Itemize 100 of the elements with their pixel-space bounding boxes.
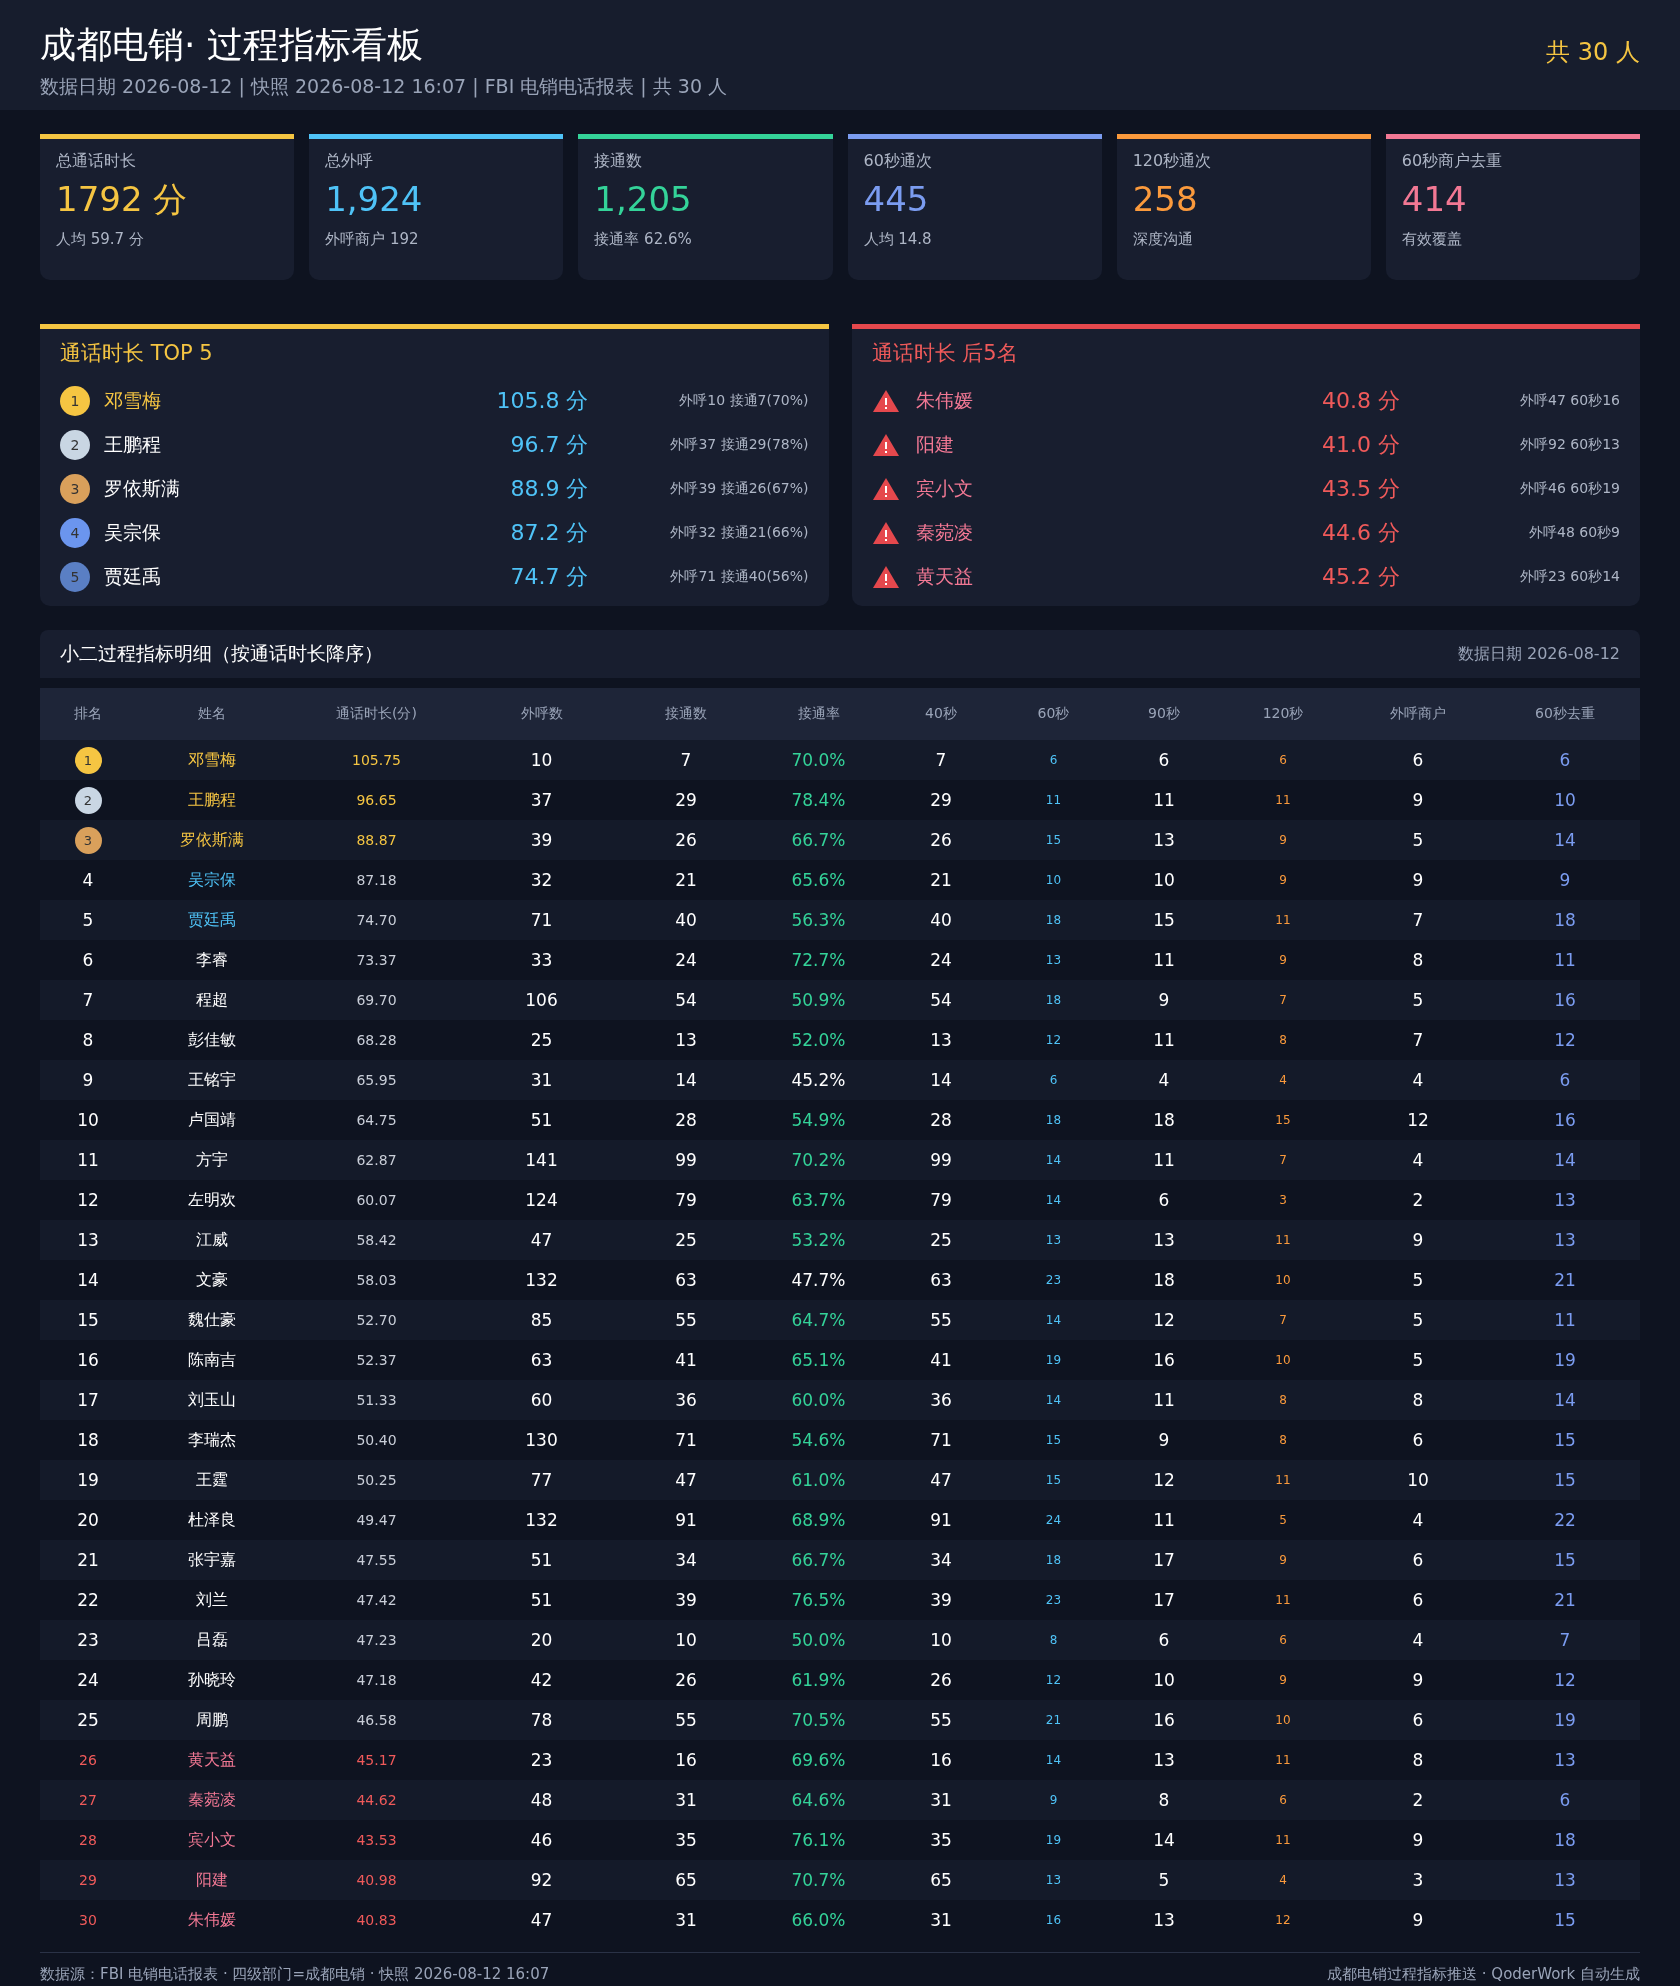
duration-value: 44.6 分	[1321, 519, 1400, 547]
rank-cell-text: 17	[76, 1390, 100, 1410]
connected-cell-text: 47	[674, 1470, 698, 1490]
metric-label: 接通数	[594, 151, 644, 172]
sec90-cell-text: 12	[1152, 1470, 1176, 1490]
sec60-cell-text: 19	[1044, 1833, 1063, 1847]
connected-cell-text: 34	[674, 1550, 698, 1570]
column-header: 60秒去重	[1534, 705, 1596, 723]
calls-cell-text: 92	[529, 1870, 554, 1890]
table-date: 数据日期 2026-08-12	[1457, 643, 1620, 665]
sec40-cell-text: 35	[929, 1830, 953, 1850]
rate-cell-text: 70.2%	[790, 1150, 847, 1170]
rate-cell-text: 56.3%	[790, 910, 847, 930]
rank-cell-text: 27	[78, 1792, 98, 1808]
call-detail: 外呼47 60秒16	[1519, 392, 1620, 410]
sec60-cell-text: 19	[1044, 1353, 1063, 1367]
duration-value: 45.2 分	[1321, 563, 1400, 591]
name-cell-text: 孙晓玲	[187, 1669, 237, 1691]
connected-cell-text: 16	[674, 1750, 698, 1770]
rate-cell-text: 61.9%	[790, 1670, 847, 1690]
connected-cell-text: 13	[674, 1030, 698, 1050]
sec40-cell-text: 29	[929, 790, 953, 810]
calls-cell-text: 47	[529, 1910, 554, 1930]
metric-note: 外呼商户 192	[325, 230, 420, 249]
sec60-cell-text: 16	[1044, 1913, 1063, 1927]
rank-cell-text: 15	[76, 1310, 100, 1330]
connected-cell-text: 54	[674, 990, 698, 1010]
sec120-cell-text: 10	[1274, 1353, 1292, 1367]
sec120-cell-text: 11	[1274, 913, 1292, 927]
connected-cell-text: 36	[674, 1390, 698, 1410]
rank-medal: 1	[74, 746, 102, 774]
name-cell-text: 王霆	[195, 1469, 229, 1491]
rank-medal: 3	[74, 826, 102, 854]
duration-cell-text: 43.53	[355, 1832, 398, 1848]
connected-cell-text: 91	[674, 1510, 698, 1530]
calls-cell-text: 42	[529, 1670, 554, 1690]
name-cell-text: 罗依斯满	[179, 829, 245, 851]
column-header: 外呼商户	[1389, 705, 1447, 723]
sec120-cell-text: 7	[1278, 1313, 1288, 1327]
merchants-cell-text: 2	[1411, 1790, 1425, 1810]
calls-cell-text: 60	[529, 1390, 554, 1410]
merchants-cell-text: 5	[1411, 1270, 1425, 1290]
dedup-cell-text: 21	[1553, 1270, 1577, 1290]
calls-cell-text: 25	[529, 1030, 554, 1050]
panel-title: 通话时长 TOP 5	[60, 340, 214, 367]
sec40-cell-text: 16	[929, 1750, 953, 1770]
connected-cell-text: 39	[674, 1590, 698, 1610]
merchants-cell-text: 8	[1411, 950, 1425, 970]
sec120-cell-text: 7	[1278, 1153, 1288, 1167]
name-cell-text: 秦菀凌	[187, 1789, 237, 1811]
connected-cell-text: 31	[674, 1910, 698, 1930]
person-name: 罗依斯满	[103, 476, 181, 501]
rate-cell-text: 70.7%	[790, 1870, 847, 1890]
sec60-cell-text: 6	[1048, 753, 1059, 767]
call-detail: 外呼39 接通26(67%)	[669, 480, 809, 498]
footer-source: 数据源：FBI 电销电话报表 · 四级部门=成都电销 · 快照 2026-08-12 16:07	[40, 1965, 550, 1984]
merchants-cell-text: 9	[1411, 870, 1425, 890]
sec40-cell-text: 47	[929, 1470, 953, 1490]
duration-cell-text: 73.37	[355, 952, 398, 968]
sec40-cell-text: 26	[929, 830, 953, 850]
name-cell-text: 杜泽良	[187, 1509, 237, 1531]
rate-cell-text: 66.0%	[790, 1910, 847, 1930]
rate-cell-text: 61.0%	[790, 1470, 847, 1490]
sec60-cell-text: 18	[1044, 993, 1063, 1007]
rate-cell-text: 47.7%	[790, 1270, 847, 1290]
connected-cell-text: 35	[674, 1830, 698, 1850]
dedup-cell-text: 12	[1553, 1670, 1577, 1690]
sec120-cell-text: 8	[1278, 1433, 1288, 1447]
metric-label: 总外呼	[325, 151, 375, 172]
merchants-cell-text: 5	[1411, 990, 1425, 1010]
sec60-cell-text: 14	[1044, 1153, 1063, 1167]
rank-cell-text: 25	[76, 1710, 100, 1730]
connected-cell-text: 41	[674, 1350, 698, 1370]
dedup-cell-text: 16	[1553, 990, 1577, 1010]
calls-cell-text: 77	[529, 1470, 554, 1490]
duration-cell-text: 46.58	[355, 1712, 398, 1728]
name-cell-text: 彭佳敏	[187, 1029, 237, 1051]
sec120-cell-text: 12	[1274, 1913, 1292, 1927]
rate-cell-text: 54.9%	[790, 1110, 847, 1130]
dedup-cell-text: 22	[1553, 1510, 1577, 1530]
sec90-cell-text: 18	[1152, 1270, 1176, 1290]
dedup-cell-text: 6	[1558, 1790, 1572, 1810]
dashboard-title: 成都电销· 过程指标看板	[40, 23, 424, 67]
sec90-cell-text: 6	[1157, 1630, 1171, 1650]
footer-credit: 成都电销过程指标推送 · QoderWork 自动生成	[1327, 1965, 1640, 1984]
column-header: 60秒	[1036, 705, 1071, 723]
duration-cell-text: 65.95	[355, 1072, 398, 1088]
merchants-cell-text: 8	[1411, 1390, 1425, 1410]
duration-value: 88.9 分	[509, 475, 589, 503]
rank-cell-text: 10	[76, 1110, 100, 1130]
sec60-cell-text: 11	[1044, 793, 1063, 807]
duration-value: 40.8 分	[1321, 387, 1400, 415]
rank-cell-text: 19	[76, 1470, 100, 1490]
name-cell-text: 吴宗保	[187, 869, 237, 891]
calls-cell-text: 51	[529, 1550, 554, 1570]
rate-cell-text: 76.1%	[790, 1830, 847, 1850]
headcount-label: 共 30 人	[1546, 37, 1640, 68]
rank-cell-text: 30	[78, 1912, 98, 1928]
sec60-cell-text: 15	[1044, 1433, 1063, 1447]
column-header: 接通数	[664, 705, 708, 723]
